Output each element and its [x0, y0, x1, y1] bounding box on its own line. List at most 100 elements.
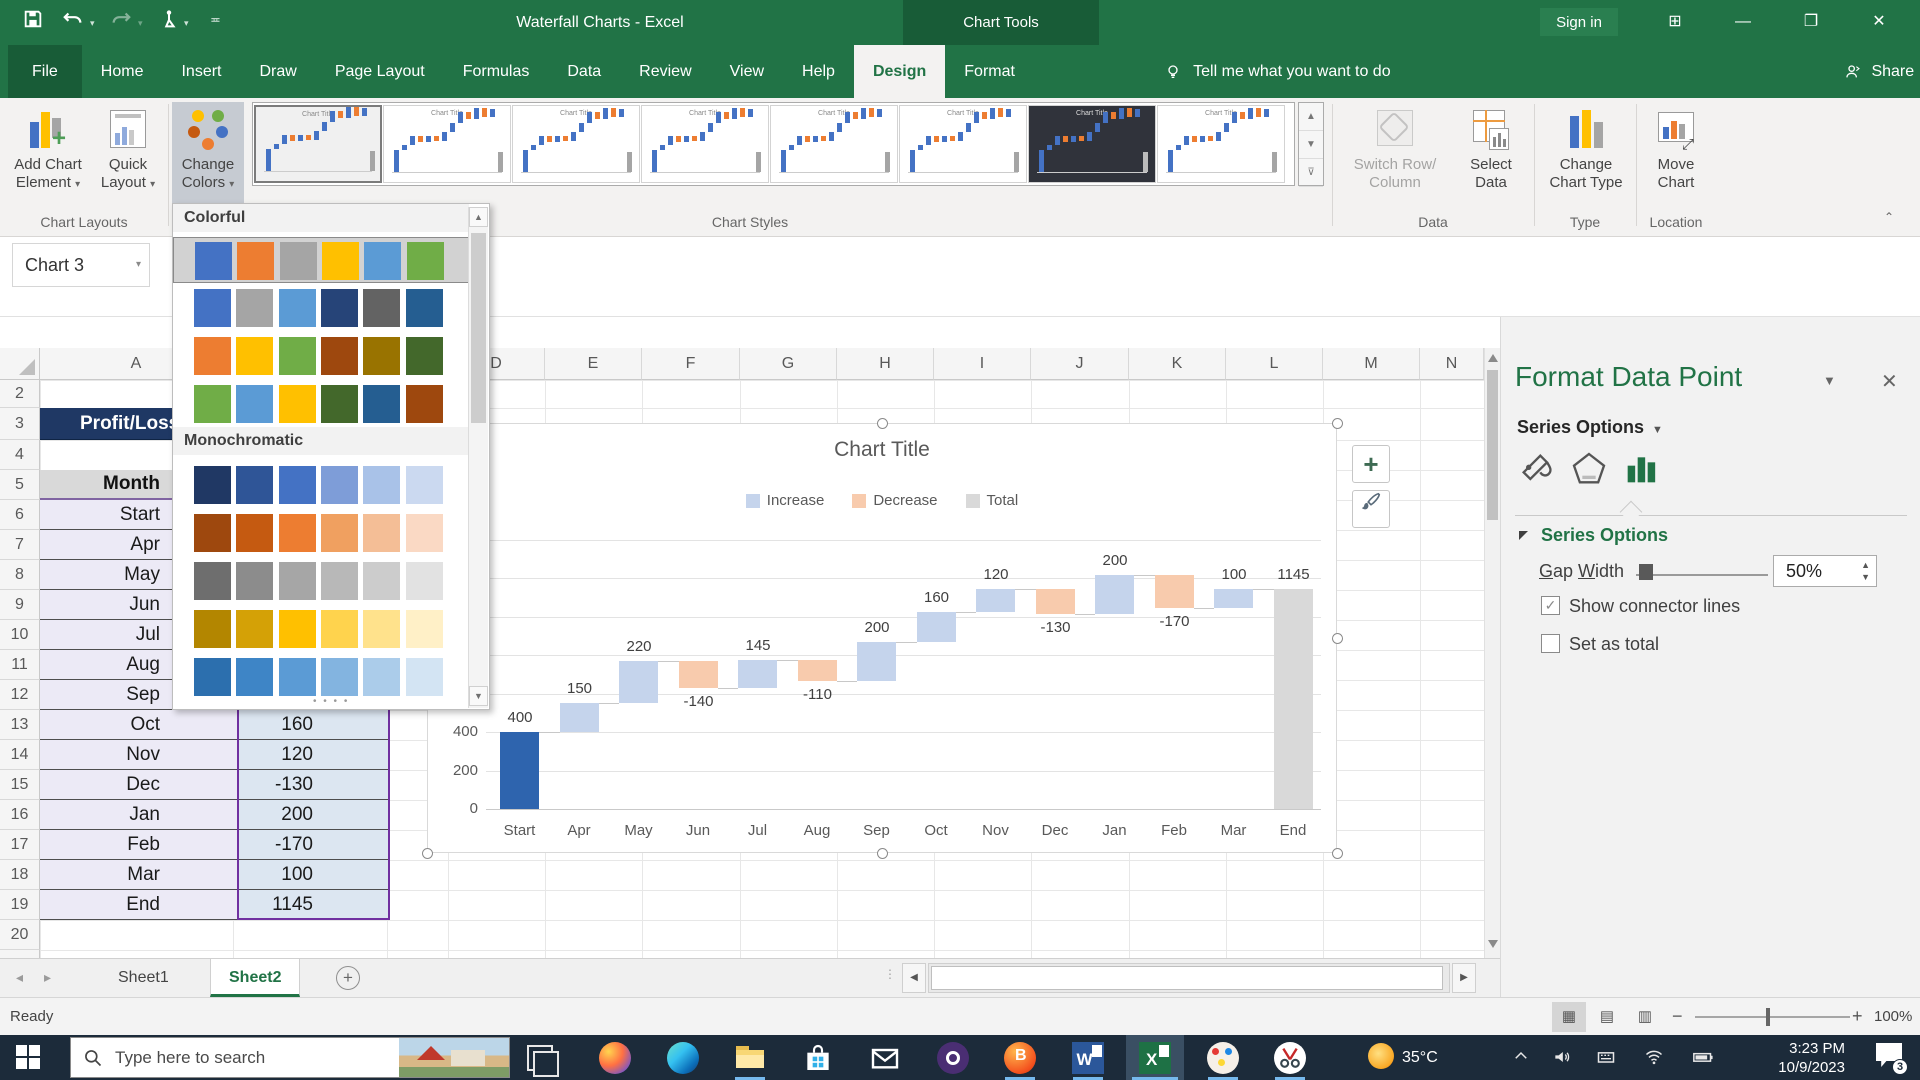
zoom-slider[interactable] — [1695, 1016, 1850, 1018]
column-header-I[interactable]: I — [934, 348, 1031, 380]
cell-A19[interactable]: End — [40, 890, 237, 920]
color-swatch[interactable] — [236, 610, 273, 648]
move-chart-button[interactable]: ⤢ MoveChart — [1642, 102, 1710, 220]
select-all-corner[interactable] — [0, 348, 40, 380]
color-swatch[interactable] — [195, 242, 232, 280]
chart-style-thumbnail-3[interactable]: Chart Title — [512, 105, 640, 183]
new-sheet-button[interactable]: + — [336, 966, 360, 990]
menu-tab-file[interactable]: File — [8, 45, 82, 98]
color-swatch[interactable] — [406, 658, 443, 696]
horizontal-scroll-thumb[interactable] — [931, 966, 1443, 990]
color-swatch[interactable] — [194, 385, 231, 423]
color-swatch[interactable] — [321, 337, 358, 375]
column-header-K[interactable]: K — [1129, 348, 1226, 380]
color-swatch[interactable] — [236, 562, 273, 600]
menu-tab-data[interactable]: Data — [548, 45, 620, 98]
save-icon[interactable] — [22, 8, 48, 34]
row-header-5[interactable]: 5 — [0, 470, 40, 500]
series-options-icon[interactable] — [1619, 449, 1663, 497]
column-header-F[interactable]: F — [642, 348, 740, 380]
menu-tab-view[interactable]: View — [711, 45, 783, 98]
menu-tab-formulas[interactable]: Formulas — [444, 45, 549, 98]
cell-B19[interactable]: 1145 — [237, 890, 390, 920]
tray-expand-icon[interactable] — [1512, 1047, 1530, 1070]
vertical-scroll-thumb[interactable] — [1487, 370, 1498, 520]
color-palette-row-monochromatic-2[interactable] — [173, 510, 469, 556]
color-swatch[interactable] — [321, 658, 358, 696]
taskbar-app-excel[interactable]: X — [1126, 1035, 1184, 1080]
color-swatch[interactable] — [194, 466, 231, 504]
waterfall-bar-dec[interactable] — [1036, 589, 1075, 614]
row-header-2[interactable]: 2 — [0, 380, 40, 408]
waterfall-bar-jan[interactable] — [1095, 575, 1134, 614]
taskbar-app-explorer[interactable] — [721, 1035, 779, 1080]
spin-up-icon[interactable]: ▲ — [1861, 561, 1870, 570]
color-swatch[interactable] — [363, 289, 400, 327]
color-swatch[interactable] — [406, 562, 443, 600]
minimize-button[interactable]: — — [1726, 6, 1760, 38]
chart-style-thumbnail-1[interactable]: Chart Title — [254, 105, 382, 183]
tab-scroll-right-icon[interactable]: ▸ — [44, 969, 51, 986]
dropdown-resize-dots[interactable]: • • • • — [313, 696, 349, 707]
row-header-9[interactable]: 9 — [0, 590, 40, 620]
color-swatch[interactable] — [363, 562, 400, 600]
touch-keyboard-icon[interactable] — [1596, 1047, 1616, 1072]
menu-tab-help[interactable]: Help — [783, 45, 854, 98]
row-header-12[interactable]: 12 — [0, 680, 40, 710]
chart-style-thumbnail-8[interactable]: Chart Title — [1157, 105, 1285, 183]
row-header-20[interactable]: 20 — [0, 920, 40, 950]
color-swatch[interactable] — [236, 514, 273, 552]
collapse-ribbon-icon[interactable]: ⌃ — [1884, 210, 1894, 224]
column-header-N[interactable]: N — [1420, 348, 1484, 380]
color-palette-row-colorful-2[interactable] — [173, 285, 469, 331]
effects-icon[interactable] — [1567, 449, 1611, 497]
menu-tab-home[interactable]: Home — [82, 45, 163, 98]
ribbon-display-options-icon[interactable]: ⊞ — [1658, 6, 1692, 38]
chart-styles-brush-button[interactable] — [1352, 490, 1390, 528]
spin-down-icon[interactable]: ▼ — [1861, 573, 1870, 582]
section-collapse-icon[interactable] — [1519, 531, 1528, 540]
color-swatch[interactable] — [280, 242, 317, 280]
row-header-19[interactable]: 19 — [0, 890, 40, 920]
color-swatch[interactable] — [236, 289, 273, 327]
menu-tab-review[interactable]: Review — [620, 45, 710, 98]
selection-handle[interactable] — [877, 848, 888, 859]
waterfall-bar-nov[interactable] — [976, 589, 1015, 612]
color-swatch[interactable] — [279, 337, 316, 375]
panel-title-caret-icon[interactable]: ▼ — [1823, 373, 1836, 388]
restore-button[interactable]: ❐ — [1794, 6, 1828, 38]
panel-close-icon[interactable]: ✕ — [1881, 369, 1898, 394]
row-header-4[interactable]: 4 — [0, 440, 40, 470]
menu-tab-draw[interactable]: Draw — [240, 45, 315, 98]
color-swatch[interactable] — [236, 385, 273, 423]
legend-item-decrease[interactable]: Decrease — [852, 492, 937, 509]
color-swatch[interactable] — [321, 514, 358, 552]
color-swatch[interactable] — [236, 337, 273, 375]
weather-widget[interactable]: 35°C — [1368, 1035, 1438, 1080]
selection-handle[interactable] — [1332, 848, 1343, 859]
chart-legend[interactable]: IncreaseDecreaseTotal — [428, 492, 1336, 509]
color-swatch[interactable] — [279, 289, 316, 327]
waterfall-bar-jun[interactable] — [679, 661, 718, 688]
share-button[interactable]: Share — [1845, 45, 1914, 98]
waterfall-bar-may[interactable] — [619, 661, 658, 703]
fill-line-icon[interactable] — [1515, 449, 1559, 497]
selection-handle[interactable] — [877, 418, 888, 429]
selection-handle[interactable] — [1332, 418, 1343, 429]
column-header-G[interactable]: G — [740, 348, 837, 380]
taskbar-app-word[interactable]: W — [1059, 1035, 1117, 1080]
color-swatch[interactable] — [364, 242, 401, 280]
waterfall-bar-sep[interactable] — [857, 642, 896, 681]
color-swatch[interactable] — [363, 337, 400, 375]
color-swatch[interactable] — [363, 514, 400, 552]
row-header-8[interactable]: 8 — [0, 560, 40, 590]
cell-A16[interactable]: Jan — [40, 800, 237, 830]
color-palette-row-monochromatic-4[interactable] — [173, 606, 469, 652]
page-break-view-button[interactable]: ▥ — [1628, 1002, 1662, 1032]
chart-style-thumbnail-6[interactable]: Chart Title — [899, 105, 1027, 183]
row-header-13[interactable]: 13 — [0, 710, 40, 740]
row-header-6[interactable]: 6 — [0, 500, 40, 530]
color-swatch[interactable] — [406, 289, 443, 327]
undo-icon[interactable] — [62, 8, 88, 34]
color-palette-row-colorful-1[interactable] — [173, 237, 469, 283]
